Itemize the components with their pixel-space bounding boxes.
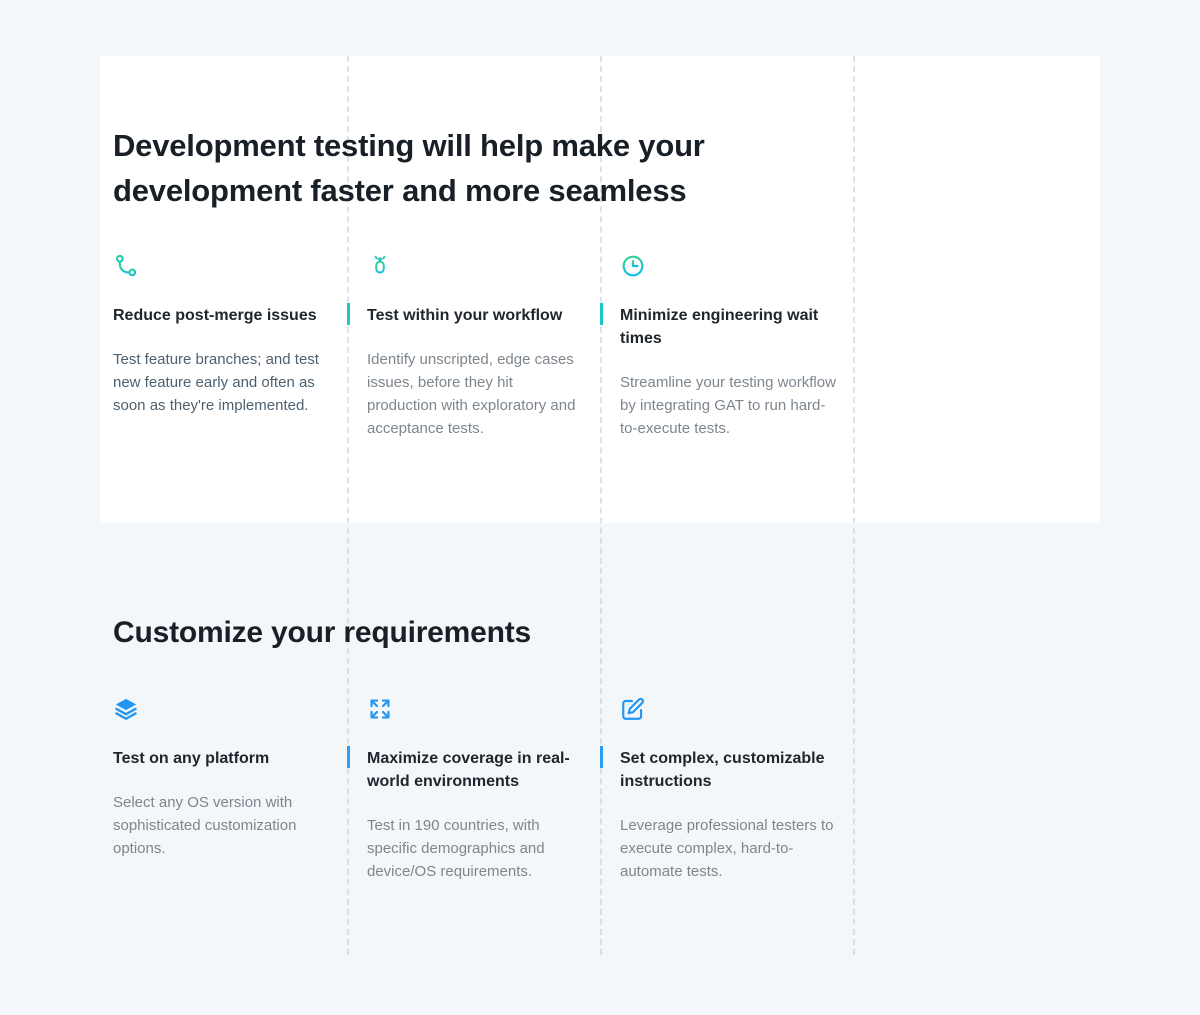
feature-card-custom-instructions: Set complex, customizable instructions L… (620, 696, 838, 883)
expand-arrows-icon (367, 696, 585, 724)
card-title: Minimize engineering wait times (620, 304, 838, 350)
card-body: Test in 190 countries, with specific dem… (367, 814, 585, 883)
card-body: Test feature branches; and test new feat… (113, 348, 331, 417)
accent-bar (600, 746, 603, 768)
dashed-divider (853, 56, 855, 955)
layers-icon (113, 696, 331, 724)
card-title: Reduce post-merge issues (113, 304, 331, 327)
edit-icon (620, 696, 838, 724)
card-title: Test within your workflow (367, 304, 585, 327)
development-testing-heading: Development testing will help make your … (113, 123, 813, 213)
card-title: Set complex, customizable instructions (620, 747, 838, 793)
accent-bar (347, 303, 350, 325)
feature-card-maximize-coverage: Maximize coverage in real-world environm… (367, 696, 585, 883)
feature-card-test-workflow: Test within your workflow Identify unscr… (367, 253, 585, 440)
accent-bar (347, 746, 350, 768)
card-title: Maximize coverage in real-world environm… (367, 747, 585, 793)
customize-requirements-heading: Customize your requirements (113, 610, 813, 655)
card-body: Leverage professional testers to execute… (620, 814, 838, 883)
accent-bar (600, 303, 603, 325)
card-body: Streamline your testing workflow by inte… (620, 371, 838, 440)
feature-card-any-platform: Test on any platform Select any OS versi… (113, 696, 331, 860)
feature-card-minimize-wait: Minimize engineering wait times Streamli… (620, 253, 838, 440)
feature-card-reduce-post-merge: Reduce post-merge issues Test feature br… (113, 253, 331, 417)
card-body: Identify unscripted, edge cases issues, … (367, 348, 585, 440)
card-title: Test on any platform (113, 747, 331, 770)
git-merge-icon (113, 253, 331, 281)
card-body: Select any OS version with sophisticated… (113, 791, 331, 860)
bug-icon (367, 253, 585, 281)
clock-icon (620, 253, 838, 281)
